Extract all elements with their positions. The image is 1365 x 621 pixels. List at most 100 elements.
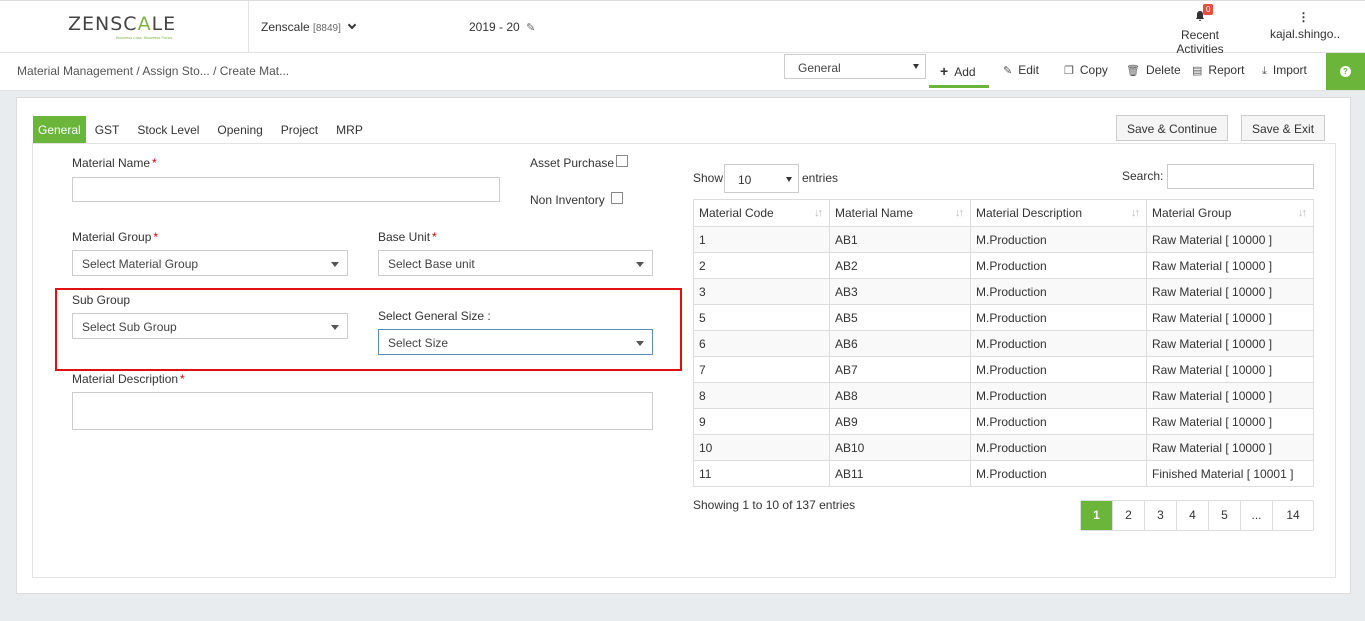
entries-label: entries [802, 171, 839, 185]
table-row[interactable]: 1 AB1 M.Production Raw Material [ 10000 ] [693, 226, 1314, 253]
user-menu[interactable]: ⋮ kajal.shingo.. [1270, 10, 1340, 41]
column-header-material-name[interactable]: Material Name ↓↑ [829, 199, 971, 227]
bell-icon: 0 [1193, 4, 1214, 24]
page-button-4[interactable]: 4 [1177, 501, 1209, 530]
page-button-2[interactable]: 2 [1113, 501, 1145, 530]
page-button-1[interactable]: 1 [1081, 501, 1113, 530]
materials-table: Material Code ↓↑ Material Name ↓↑ Material… [693, 199, 1314, 487]
asset-purchase-checkbox[interactable] [616, 155, 628, 167]
caret-down-icon [786, 177, 792, 182]
logo-text-accent: A [137, 13, 152, 35]
tab-gst[interactable]: GST [86, 116, 129, 143]
search-label: Search: [1122, 169, 1164, 183]
page-length-select[interactable]: 10 [724, 164, 799, 193]
sort-icon: ↓↑ [1298, 207, 1307, 219]
file-icon: ▤ [1192, 65, 1203, 77]
tab-mrp[interactable]: MRP [327, 116, 372, 143]
tab-stock-level[interactable]: Stock Level [128, 116, 208, 143]
logo-text-end: LE [151, 13, 177, 35]
more-vertical-icon: ⋮ [1297, 10, 1310, 24]
report-label: Report [1208, 63, 1245, 77]
page-button-14[interactable]: 14 [1273, 501, 1313, 530]
recent-activities-button[interactable]: 0 Recent Activities [1157, 4, 1243, 56]
base-unit-label: Base Unit * [378, 230, 437, 244]
breadcrumb[interactable]: Material Management / Assign Sto... / Cr… [17, 64, 289, 78]
general-size-value: Select Size [388, 336, 449, 350]
add-button[interactable]: + Add [929, 53, 989, 88]
table-row[interactable]: 6 AB6 M.Production Raw Material [ 10000 ] [693, 330, 1314, 357]
import-button[interactable]: ⤓ Import [1262, 63, 1307, 78]
tab-bar: General GST Stock Level Opening Project … [33, 116, 372, 143]
logo-text: ZENSC [68, 13, 138, 35]
copy-button[interactable]: ❐ Copy [1064, 63, 1108, 77]
sub-group-value: Select Sub Group [82, 320, 177, 334]
page-button-5[interactable]: 5 [1209, 501, 1241, 530]
edit-label: Edit [1018, 63, 1039, 77]
table-info: Showing 1 to 10 of 137 entries [693, 498, 856, 512]
material-description-input[interactable] [72, 392, 653, 430]
company-code: [8849] [313, 23, 341, 34]
report-button[interactable]: ▤ Report [1192, 63, 1244, 77]
table-row[interactable]: 9 AB9 M.Production Raw Material [ 10000 ] [693, 408, 1314, 435]
material-name-input[interactable] [72, 177, 500, 202]
page-button-3[interactable]: 3 [1145, 501, 1177, 530]
save-continue-button[interactable]: Save & Continue [1116, 115, 1229, 141]
table-row[interactable]: 10 AB10 M.Production Raw Material [ 10000 ] [693, 434, 1314, 461]
tab-general[interactable]: General [33, 116, 86, 143]
material-group-value: Select Material Group [82, 257, 199, 271]
material-name-label: Material Name * [72, 156, 157, 170]
zenscale-logo[interactable]: ZENSCALE Business Loss. Business Focus. [68, 13, 177, 40]
sort-icon: ↓↑ [1131, 207, 1140, 219]
trash-icon: 🗑 [1126, 65, 1140, 77]
column-header-material-description[interactable]: Material Description ↓↑ [970, 199, 1147, 227]
table-row[interactable]: 7 AB7 M.Production Raw Material [ 10000 ] [693, 356, 1314, 383]
pagination: 1 2 3 4 5 ... 14 [1080, 500, 1314, 531]
material-description-label: Material Description * [72, 372, 185, 386]
caret-down-icon [331, 262, 339, 267]
help-button[interactable]: ? [1326, 53, 1365, 90]
table-row[interactable]: 8 AB8 M.Production Raw Material [ 10000 ] [693, 382, 1314, 409]
search-input[interactable] [1167, 164, 1314, 189]
table-row[interactable]: 5 AB5 M.Production Raw Material [ 10000 ] [693, 304, 1314, 331]
company-name: Zenscale [261, 20, 310, 34]
tab-project[interactable]: Project [272, 116, 327, 143]
financial-year: 2019 - 20 [469, 20, 520, 34]
column-header-material-code[interactable]: Material Code ↓↑ [693, 199, 830, 227]
material-group-select[interactable]: Select Material Group [72, 250, 348, 276]
page-ellipsis: ... [1241, 501, 1273, 530]
question-icon: ? [1340, 66, 1351, 77]
caret-down-icon [913, 64, 919, 69]
logo-tagline: Business Loss. Business Focus. [116, 35, 174, 40]
company-selector[interactable]: Zenscale [8849] [261, 20, 357, 34]
mode-select[interactable]: General [784, 54, 926, 79]
base-unit-select[interactable]: Select Base unit [378, 250, 653, 276]
asset-purchase-label: Asset Purchase [530, 156, 615, 170]
plus-icon: + [940, 63, 949, 79]
save-exit-button[interactable]: Save & Exit [1241, 115, 1326, 141]
delete-button[interactable]: 🗑 Delete [1126, 63, 1181, 77]
edit-button[interactable]: ✎ Edit [1003, 63, 1039, 77]
non-inventory-checkbox[interactable] [611, 192, 623, 204]
page-length-value: 10 [738, 173, 752, 187]
app-header: ZENSCALE Business Loss. Business Focus. … [0, 0, 1365, 56]
table-row[interactable]: 2 AB2 M.Production Raw Material [ 10000 ] [693, 252, 1314, 279]
base-unit-value: Select Base unit [388, 257, 475, 271]
material-group-label: Material Group * [72, 230, 159, 244]
caret-down-icon [636, 262, 644, 267]
non-inventory-label: Non Inventory [530, 193, 605, 207]
column-header-material-group[interactable]: Material Group ↓↑ [1146, 199, 1314, 227]
notification-badge: 0 [1203, 4, 1214, 15]
caret-down-icon [636, 341, 644, 346]
table-row[interactable]: 11 AB11 M.Production Finished Material [ 10… [693, 460, 1314, 487]
table-row[interactable]: 3 AB3 M.Production Raw Material [ 10000 ] [693, 278, 1314, 305]
sub-group-select[interactable]: Select Sub Group [72, 313, 348, 339]
general-size-select[interactable]: Select Size [378, 329, 653, 355]
financial-year-selector[interactable]: 2019 - 20 ✎ [469, 20, 535, 34]
add-label: Add [954, 65, 976, 79]
import-label: Import [1272, 63, 1307, 77]
sort-icon: ↓↑ [955, 207, 964, 219]
tab-opening[interactable]: Opening [208, 116, 271, 143]
caret-down-icon [331, 325, 339, 330]
recent-activities-label: Recent Activities [1176, 28, 1224, 56]
delete-label: Delete [1145, 63, 1181, 77]
